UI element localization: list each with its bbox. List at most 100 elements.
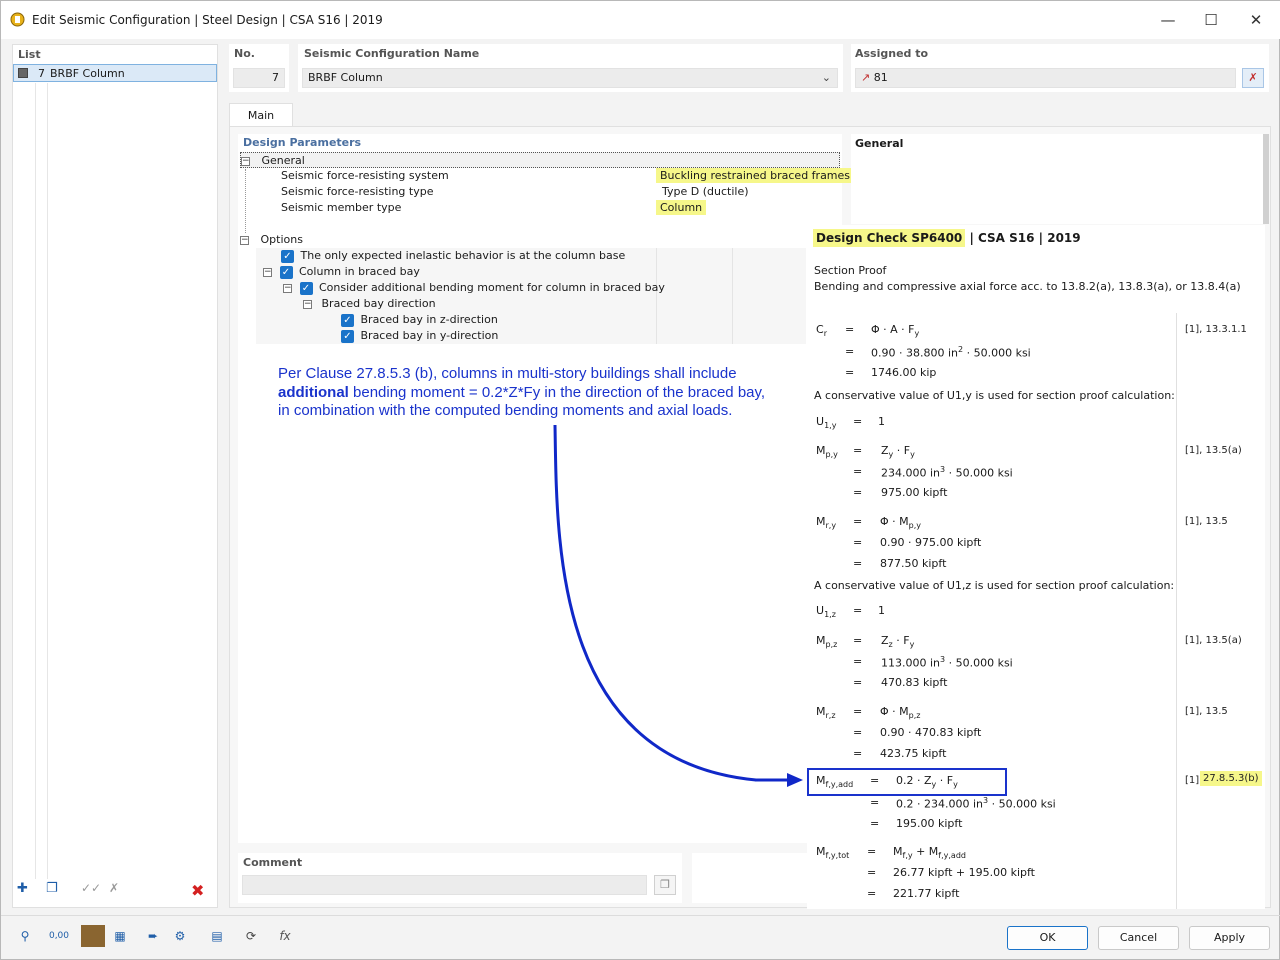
- collapse-icon[interactable]: −: [303, 299, 312, 309]
- search-icon[interactable]: ⚲: [13, 925, 37, 947]
- result-mfyadd: 195.00 kipft: [896, 817, 963, 830]
- copy-comment-icon[interactable]: ❐: [654, 875, 676, 895]
- new-item-icon[interactable]: ✚: [17, 881, 41, 903]
- section-proof-description: Bending and compressive axial force acc.…: [814, 280, 1241, 293]
- comment-label: Comment: [243, 856, 303, 869]
- option-row[interactable]: − ✓ Column in braced bay: [263, 264, 420, 280]
- equals-sign: =: [853, 444, 863, 457]
- options-column-divider: [732, 248, 733, 344]
- maximize-icon[interactable]: ☐: [1196, 9, 1226, 31]
- formula-mrz: Φ · Mp,z: [880, 705, 921, 721]
- option-row[interactable]: ✓ Braced bay in z-direction: [341, 312, 498, 328]
- value-part: 0.90 · 38.800 in: [871, 346, 958, 360]
- collapse-icon[interactable]: −: [241, 156, 250, 166]
- chevron-down-icon[interactable]: ⌄: [822, 69, 831, 87]
- delete-icon[interactable]: ✖: [191, 881, 211, 903]
- annotation-text: Per Clause 27.8.5.3 (b), columns in mult…: [278, 365, 808, 421]
- cancel-button[interactable]: Cancel: [1098, 926, 1179, 950]
- select-members-icon[interactable]: ✗: [1242, 68, 1264, 88]
- checkbox-checked[interactable]: ✓: [299, 281, 313, 295]
- value-part: 0.2: [896, 774, 914, 787]
- equals-sign: =: [870, 817, 880, 830]
- no-field: 7: [233, 68, 285, 88]
- uncheck-all-icon[interactable]: ✗: [109, 881, 133, 903]
- param-value: Column: [656, 200, 707, 215]
- symbol-mpz: Mp,z: [816, 634, 838, 650]
- value-mry: 0.90 · 975.00 kipft: [880, 536, 982, 549]
- equals-sign: =: [867, 866, 877, 879]
- equals-sign: =: [867, 845, 877, 858]
- option-row[interactable]: − Braced bay direction: [303, 296, 436, 312]
- collapse-icon[interactable]: −: [240, 235, 249, 245]
- list-item[interactable]: 7 BRBF Column: [13, 64, 217, 82]
- copy-item-icon[interactable]: ❐: [46, 881, 70, 903]
- result-mpz: 470.83 kipft: [881, 676, 948, 689]
- symbol-mfytot: Mf,y,tot: [816, 845, 850, 861]
- formula-mfytot: Mf,y + Mf,y,add: [893, 845, 966, 861]
- tab-main[interactable]: Main: [229, 103, 293, 127]
- annotation-arrow: [553, 424, 803, 787]
- decimal-places-icon[interactable]: 0,00: [47, 925, 71, 947]
- comment-input[interactable]: [242, 875, 647, 895]
- list-header: List: [18, 48, 41, 61]
- option-label: Consider additional bending moment for c…: [319, 281, 665, 294]
- tree-node-general[interactable]: − General: [240, 152, 840, 168]
- option-label: Braced bay in y-direction: [360, 329, 499, 342]
- equals-sign: =: [853, 634, 863, 647]
- param-row[interactable]: Seismic member type: [266, 200, 842, 216]
- member-icon: ↗: [861, 71, 871, 84]
- clause-ref: [1], 13.5: [1185, 706, 1228, 717]
- export-icon[interactable]: ➨: [141, 925, 165, 947]
- equals-sign: =: [853, 747, 863, 760]
- symbol-mpy: Mp,y: [816, 444, 838, 460]
- collapse-icon[interactable]: −: [283, 283, 292, 293]
- checkbox-checked[interactable]: ✓: [341, 313, 354, 327]
- material-color-icon[interactable]: [81, 925, 105, 947]
- design-check-title: Design Check SP6400 | CSA S16 | 2019: [813, 229, 1081, 247]
- list-item-name: BRBF Column: [50, 67, 125, 80]
- section-icon[interactable]: ▦: [108, 925, 132, 947]
- value-mfyadd: 0.2 · 234.000 in3 · 50.000 ksi: [896, 796, 1056, 811]
- option-row[interactable]: − ✓ Consider additional bending moment f…: [283, 280, 665, 296]
- option-row[interactable]: ✓ The only expected inelastic behavior i…: [281, 248, 625, 264]
- scrollbar[interactable]: [1263, 134, 1269, 224]
- param-label: Seismic force-resisting type: [281, 185, 434, 198]
- settings-icon[interactable]: ⚙: [168, 925, 192, 947]
- title-bar: Edit Seismic Configuration | Steel Desig…: [1, 1, 1280, 39]
- result-mfytot: 221.77 kipft: [893, 887, 960, 900]
- param-value-highlighted[interactable]: Buckling restrained braced frames: [656, 168, 855, 184]
- param-label: Seismic member type: [281, 201, 402, 214]
- param-value-highlighted[interactable]: Column: [656, 200, 707, 216]
- result-mry: 877.50 kipft: [880, 557, 947, 570]
- config-name-panel: Seismic Configuration Name BRBF Column ⌄: [298, 44, 843, 92]
- collapse-icon[interactable]: −: [263, 267, 272, 277]
- reset-icon[interactable]: ⟳: [239, 925, 263, 947]
- apply-button[interactable]: Apply: [1189, 926, 1270, 950]
- config-name-select[interactable]: BRBF Column ⌄: [302, 68, 838, 88]
- checkbox-checked[interactable]: ✓: [279, 265, 293, 279]
- options-column-divider: [656, 248, 657, 344]
- param-row[interactable]: Seismic force-resisting type: [266, 184, 842, 200]
- assigned-field[interactable]: ↗ 81: [855, 68, 1236, 88]
- check-all-icon[interactable]: ✓✓: [81, 881, 105, 903]
- config-name-label: Seismic Configuration Name: [304, 47, 480, 60]
- param-value[interactable]: Type D (ductile): [662, 184, 749, 200]
- document-icon[interactable]: ▤: [205, 925, 229, 947]
- formula-mry: Φ · Mp,y: [880, 515, 921, 531]
- value-part: · 50.000 ksi: [945, 466, 1013, 480]
- tree-guide: [245, 169, 246, 233]
- minimize-icon[interactable]: —: [1153, 9, 1183, 31]
- annotation-line-rest: bending moment = 0.2*Z*Fy in the directi…: [348, 383, 766, 401]
- ok-button[interactable]: OK: [1007, 926, 1088, 950]
- tree-node-options[interactable]: − Options: [240, 232, 840, 248]
- checkbox-checked[interactable]: ✓: [281, 249, 294, 263]
- option-row[interactable]: ✓ Braced bay in y-direction: [341, 328, 498, 344]
- no-label: No.: [234, 47, 255, 60]
- equals-sign: =: [853, 655, 863, 668]
- close-icon[interactable]: ✕: [1241, 9, 1271, 31]
- dialog-window: Edit Seismic Configuration | Steel Desig…: [0, 0, 1280, 960]
- equals-sign: =: [853, 465, 863, 478]
- checkbox-checked[interactable]: ✓: [341, 329, 354, 343]
- equals-sign: =: [845, 323, 855, 336]
- formula-icon[interactable]: fx: [273, 925, 297, 947]
